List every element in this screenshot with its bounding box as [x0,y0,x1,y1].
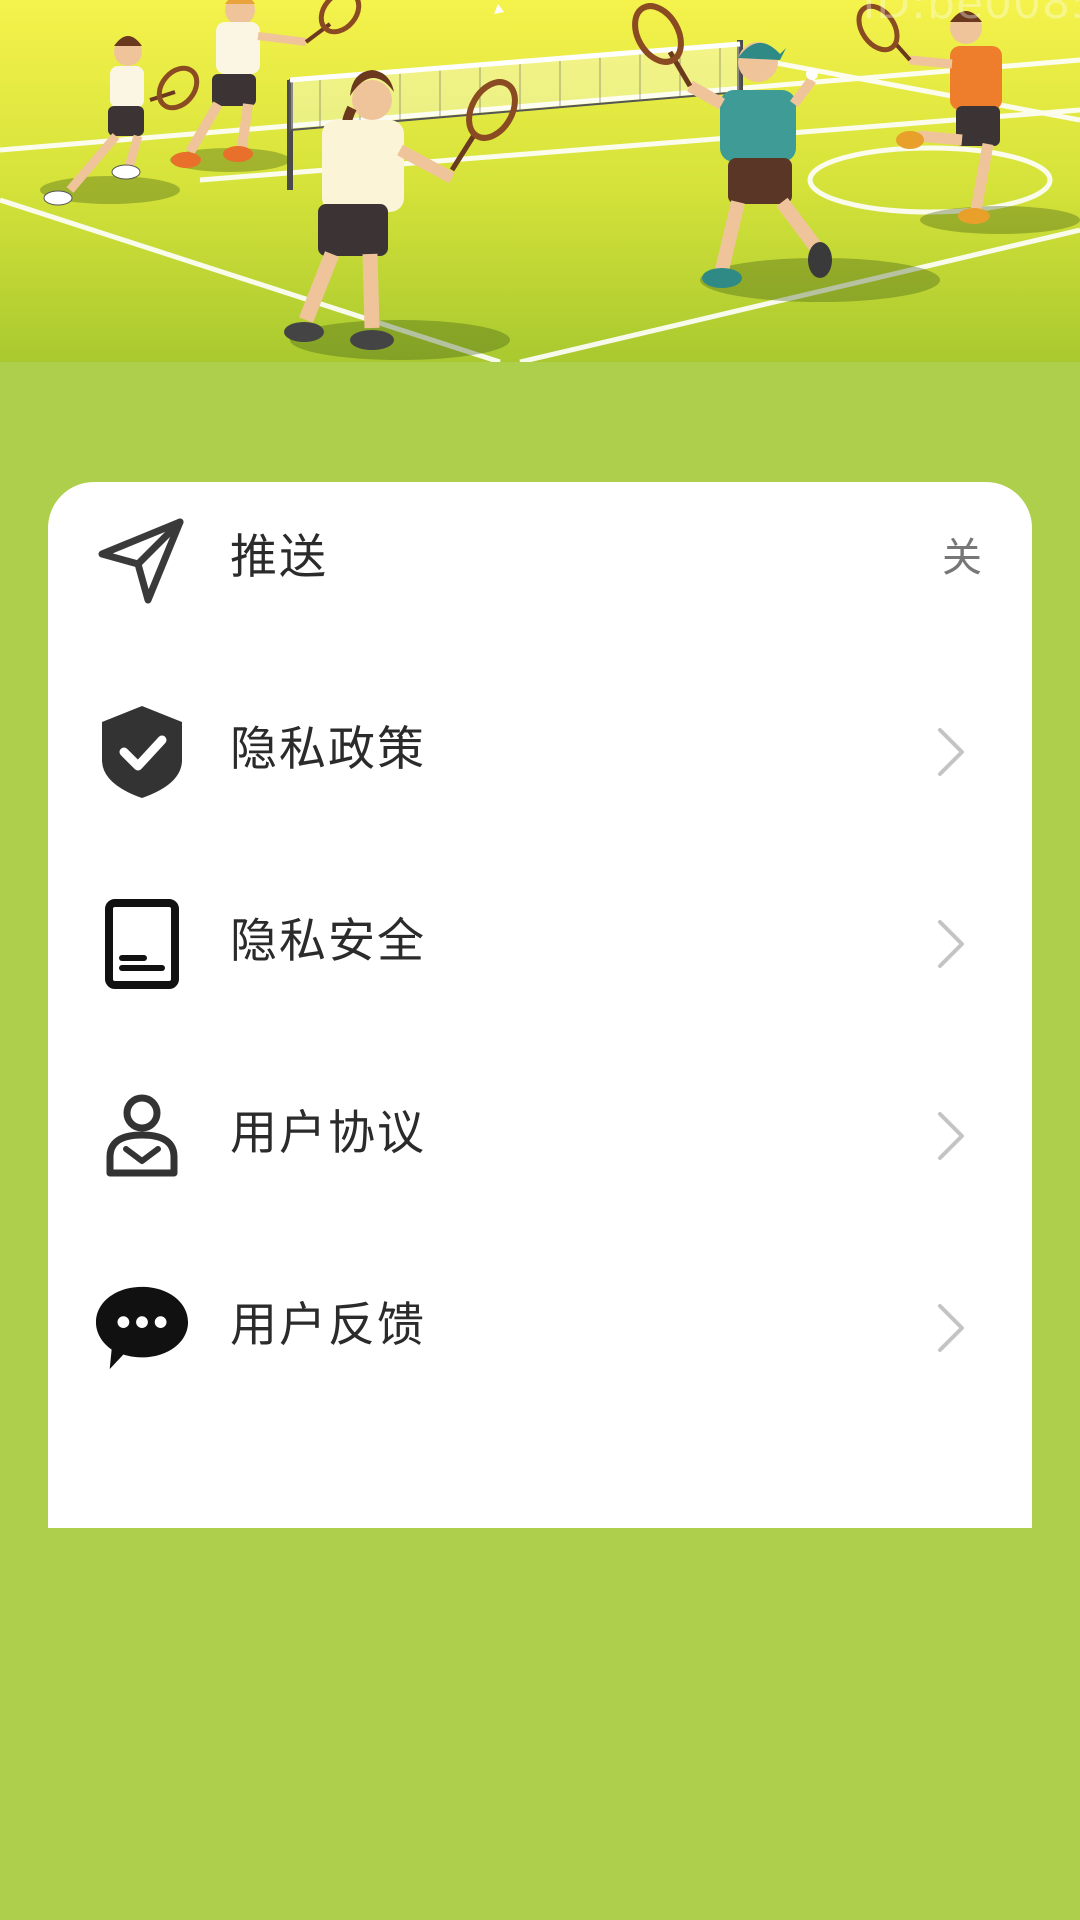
document-icon [94,896,190,992]
settings-row-push[interactable]: 推送 关 [48,482,1032,632]
settings-row-user-agreement[interactable]: 用户协议 [48,1058,1032,1208]
settings-card: 推送 关 隐私政策 隐私安全 用户协议 用户反馈 [48,482,1032,1528]
settings-row-privacy-security[interactable]: 隐私安全 [48,866,1032,1016]
badminton-illustration [0,0,1080,362]
settings-row-label: 用户协议 [230,1106,426,1161]
settings-row-label: 用户反馈 [230,1298,426,1353]
chevron-right-icon [938,1304,964,1352]
send-icon [94,512,190,608]
settings-row-user-feedback[interactable]: 用户反馈 [48,1250,1032,1400]
chevron-right-icon [938,1112,964,1160]
user-icon [94,1088,190,1184]
chat-bubble-icon [94,1280,190,1376]
settings-row-privacy-policy[interactable]: 隐私政策 [48,674,1032,824]
chevron-right-icon [938,920,964,968]
settings-row-label: 推送 [230,530,328,585]
shield-check-icon [94,704,190,800]
chevron-right-icon [938,728,964,776]
settings-row-label: 隐私政策 [230,722,426,777]
push-status-value: 关 [942,535,982,581]
settings-row-label: 隐私安全 [230,914,426,969]
hero-banner: ID:be0085 [0,0,1080,362]
hero-watermark: ID:be0085 [862,0,1080,29]
